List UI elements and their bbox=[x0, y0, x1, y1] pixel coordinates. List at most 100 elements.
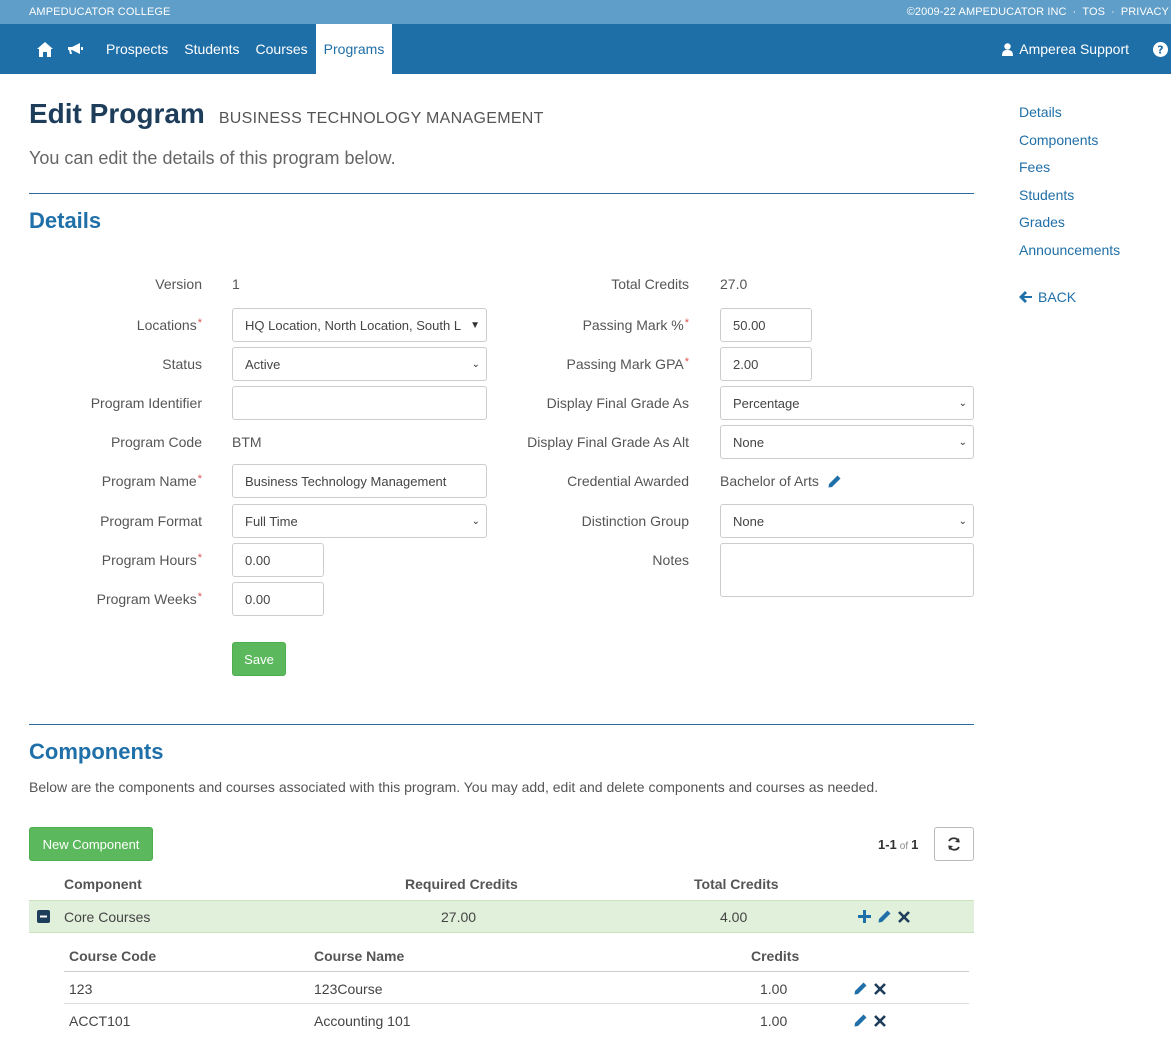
nav-programs[interactable]: Programs bbox=[315, 24, 393, 74]
col-required-credits: Required Credits bbox=[405, 876, 518, 892]
user-name: Amperea Support bbox=[1019, 41, 1129, 57]
nav-courses[interactable]: Courses bbox=[248, 24, 316, 74]
version-label: Version bbox=[155, 276, 202, 292]
megaphone-icon[interactable] bbox=[67, 41, 83, 57]
nav-students[interactable]: Students bbox=[176, 24, 247, 74]
locations-value: HQ Location, North Location, South L bbox=[245, 317, 462, 333]
top-strip: AMPEDUCATOR COLLEGE ©2009-22 AMPEDUCATOR… bbox=[0, 0, 1171, 24]
arrow-left-icon bbox=[1019, 290, 1032, 303]
pencil-icon[interactable] bbox=[878, 910, 891, 923]
pager-range: 1-1 bbox=[878, 837, 897, 852]
help-icon[interactable]: ? bbox=[1152, 41, 1168, 57]
display-final-select[interactable]: Percentage ⌄ bbox=[720, 386, 974, 420]
sidenav-students[interactable]: Students bbox=[1019, 183, 1120, 211]
weeks-label: Program Weeks* bbox=[29, 591, 202, 607]
tos-link[interactable]: TOS bbox=[1082, 6, 1105, 18]
component-required-credits: 27.00 bbox=[441, 909, 477, 925]
col-course-credits: Credits bbox=[751, 948, 800, 964]
display-final-label: Display Final Grade As bbox=[546, 395, 689, 411]
weeks-label-text: Program Weeks bbox=[96, 591, 197, 607]
user-menu[interactable]: Amperea Support bbox=[1002, 41, 1129, 57]
required-mark: * bbox=[197, 473, 202, 485]
page-sidenav: Details Components Fees Students Grades … bbox=[1019, 100, 1120, 311]
chevron-down-icon: ⌄ bbox=[471, 515, 480, 527]
home-icon[interactable] bbox=[37, 41, 53, 57]
hours-label: Program Hours* bbox=[29, 552, 202, 568]
divider bbox=[64, 1003, 969, 1004]
program-name-input[interactable]: Business Technology Management bbox=[232, 464, 487, 498]
locations-select[interactable]: HQ Location, North Location, South L ▼ bbox=[232, 308, 487, 342]
component-row[interactable]: Core Courses 27.00 4.00 bbox=[29, 900, 974, 933]
chevron-down-icon: ⌄ bbox=[471, 358, 480, 370]
sidenav-announcements[interactable]: Announcements bbox=[1019, 238, 1120, 266]
components-heading: Components bbox=[29, 739, 164, 764]
separator: · bbox=[1111, 6, 1115, 18]
weeks-input[interactable]: 0.00 bbox=[232, 582, 324, 616]
sidenav-grades[interactable]: Grades bbox=[1019, 210, 1120, 238]
format-select[interactable]: Full Time ⌄ bbox=[232, 504, 487, 538]
distinction-select[interactable]: None ⌄ bbox=[720, 504, 974, 538]
code-value: BTM bbox=[232, 434, 262, 450]
page-title: Edit Program bbox=[29, 98, 205, 129]
sidenav-fees[interactable]: Fees bbox=[1019, 155, 1120, 183]
identifier-label: Program Identifier bbox=[90, 395, 202, 411]
chevron-down-icon: ⌄ bbox=[958, 515, 967, 527]
refresh-button[interactable] bbox=[934, 827, 974, 861]
required-mark: * bbox=[197, 591, 202, 603]
back-link[interactable]: BACK bbox=[1019, 283, 1120, 311]
code-label: Program Code bbox=[110, 434, 202, 450]
new-component-button[interactable]: New Component bbox=[29, 827, 153, 861]
separator: · bbox=[1072, 6, 1077, 18]
components-table-area: New Component 1-1 of 1 Component Required … bbox=[29, 795, 974, 1029]
components-description: Below are the components and courses ass… bbox=[29, 779, 879, 795]
distinction-label: Distinction Group bbox=[581, 513, 689, 529]
top-strip-links: ©2009-22 AMPEDUCATOR INC · TOS · PRIVACY bbox=[907, 6, 1169, 18]
passing-gpa-input[interactable]: 2.00 bbox=[720, 347, 812, 381]
hours-input[interactable]: 0.00 bbox=[232, 543, 324, 577]
refresh-icon bbox=[948, 837, 960, 851]
credential-value: Bachelor of Arts bbox=[720, 473, 841, 489]
status-label: Status bbox=[162, 356, 202, 372]
close-icon[interactable] bbox=[898, 910, 910, 923]
notes-textarea[interactable] bbox=[720, 543, 974, 597]
hours-label-text: Program Hours bbox=[101, 552, 197, 568]
school-name: AMPEDUCATOR COLLEGE bbox=[29, 6, 171, 18]
privacy-link[interactable]: PRIVACY bbox=[1121, 6, 1169, 18]
pencil-icon[interactable] bbox=[828, 475, 841, 488]
required-mark: * bbox=[197, 552, 202, 564]
copyright-text: ©2009-22 AMPEDUCATOR INC bbox=[906, 6, 1067, 18]
main-nav: Prospects Students Courses Programs Ampe… bbox=[0, 24, 1171, 74]
chevron-down-icon: ⌄ bbox=[958, 397, 967, 409]
plus-icon[interactable] bbox=[858, 910, 871, 923]
pencil-icon[interactable] bbox=[854, 982, 867, 995]
course-name: 123Course bbox=[314, 981, 383, 997]
status-select[interactable]: Active ⌄ bbox=[232, 347, 487, 381]
required-mark: * bbox=[197, 317, 202, 329]
name-label-text: Program Name bbox=[101, 473, 197, 489]
save-button[interactable]: Save bbox=[232, 642, 286, 676]
total-credits-value: 27.0 bbox=[720, 276, 748, 292]
course-actions bbox=[854, 1014, 886, 1027]
pager-of: of bbox=[899, 841, 909, 852]
identifier-input[interactable] bbox=[232, 386, 487, 420]
display-final-alt-select[interactable]: None ⌄ bbox=[720, 425, 974, 459]
sidenav-details[interactable]: Details bbox=[1019, 100, 1120, 128]
col-total-credits: Total Credits bbox=[694, 876, 779, 892]
locations-label-text: Locations bbox=[136, 317, 197, 333]
chevron-down-icon: ⌄ bbox=[958, 436, 967, 448]
details-heading: Details bbox=[29, 208, 102, 233]
notes-label: Notes bbox=[652, 552, 689, 568]
divider bbox=[64, 971, 969, 972]
sidenav-components[interactable]: Components bbox=[1019, 128, 1120, 156]
details-form: Version 1 Locations* HQ Location, North … bbox=[29, 234, 974, 694]
collapse-icon[interactable] bbox=[37, 910, 50, 923]
pencil-icon[interactable] bbox=[854, 1014, 867, 1027]
page-subtitle: BUSINESS TECHNOLOGY MANAGEMENT bbox=[218, 110, 544, 127]
credential-label: Credential Awarded bbox=[567, 473, 689, 489]
locations-label: Locations* bbox=[29, 317, 202, 333]
passing-mark-input[interactable]: 50.00 bbox=[720, 308, 812, 342]
course-name: Accounting 101 bbox=[314, 1013, 411, 1029]
nav-prospects[interactable]: Prospects bbox=[98, 24, 176, 74]
close-icon[interactable] bbox=[874, 982, 886, 995]
close-icon[interactable] bbox=[874, 1014, 886, 1027]
